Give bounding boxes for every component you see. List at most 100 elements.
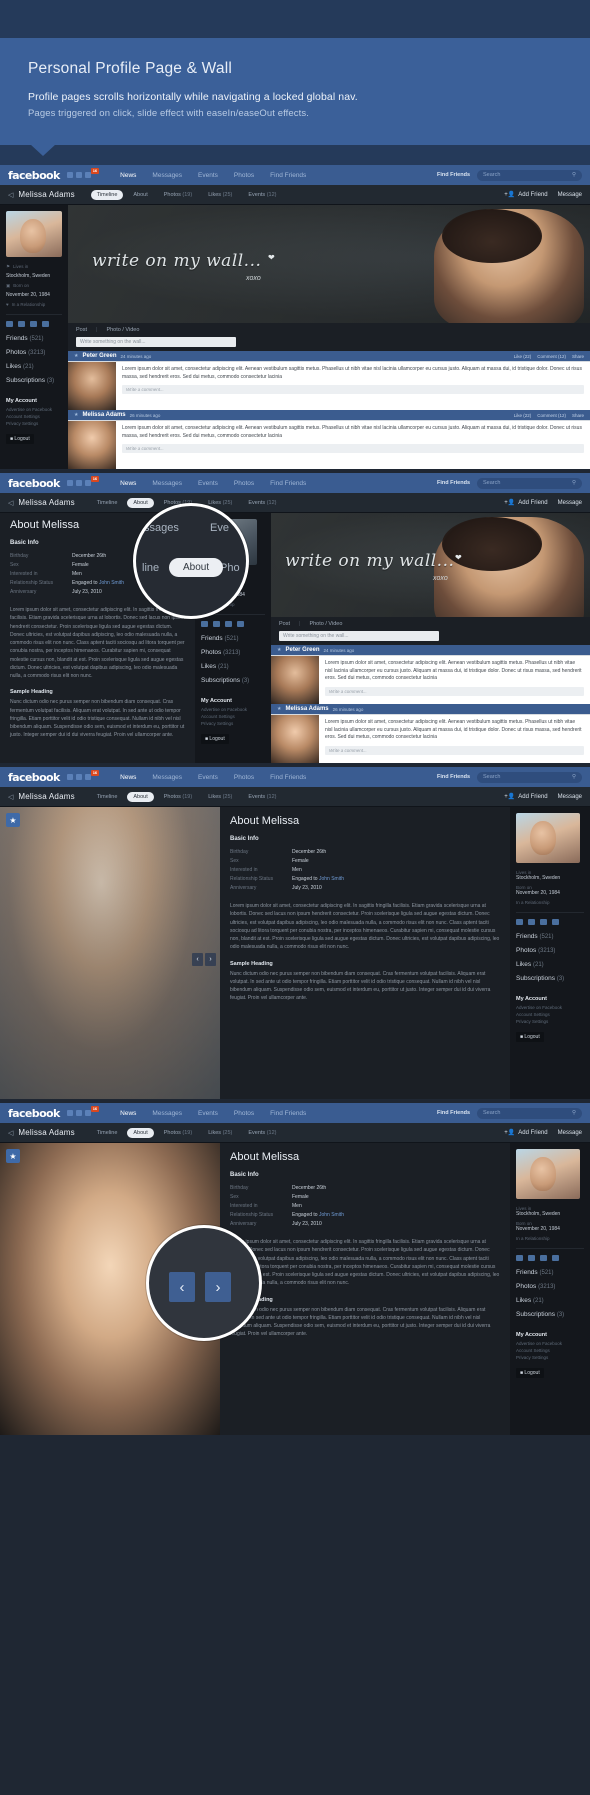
chat-icon[interactable] xyxy=(540,1255,547,1261)
globe-icon[interactable] xyxy=(237,621,244,627)
logout-button[interactable]: ■ Logout xyxy=(201,734,229,745)
messages-icon[interactable] xyxy=(75,774,82,780)
tab-photos[interactable]: Photos (19) xyxy=(158,1128,198,1138)
messages-icon[interactable] xyxy=(75,172,82,178)
nav-item-find-friends[interactable]: Find Friends xyxy=(270,1110,306,1117)
nav-item-news[interactable]: News xyxy=(120,774,136,781)
stat-photos[interactable]: Photos (3213) xyxy=(6,349,62,356)
photo-prev-button[interactable]: ‹ xyxy=(192,953,203,966)
nav-item-events[interactable]: Events xyxy=(198,774,218,781)
post-comment-input[interactable]: Write a comment... xyxy=(122,385,584,394)
nav-item-find-friends[interactable]: Find Friends xyxy=(270,774,306,781)
tab-timeline[interactable]: Timeline xyxy=(91,792,124,802)
post-author[interactable]: Peter Green xyxy=(285,647,319,653)
post-like[interactable]: Like (22) xyxy=(514,354,532,359)
comment-icon[interactable] xyxy=(6,321,13,327)
find-friends-button[interactable]: Find Friends xyxy=(437,1110,470,1116)
nav-item-photos[interactable]: Photos xyxy=(234,480,254,487)
back-arrow-icon[interactable]: ◁ xyxy=(8,1129,13,1137)
post-comment[interactable]: Comment (12) xyxy=(537,354,566,359)
composer-tab-photo-video[interactable]: Photo / Video xyxy=(106,327,139,333)
account-link-advertise[interactable]: Advertise on Facebook xyxy=(6,407,62,414)
stat-friends[interactable]: Friends (521) xyxy=(516,1269,584,1276)
account-link-privacy[interactable]: Privacy Settings xyxy=(516,1355,584,1362)
nav-item-photos[interactable]: Photos xyxy=(234,774,254,781)
friend-requests-icon[interactable] xyxy=(66,1110,73,1116)
search-input[interactable]: Search ⚲ xyxy=(477,169,582,181)
stat-photos[interactable]: Photos (3213) xyxy=(516,947,584,954)
tab-events[interactable]: Events (12) xyxy=(242,792,282,802)
tab-about[interactable]: About xyxy=(127,791,154,802)
nav-notification-icons[interactable]: 16 xyxy=(66,476,102,486)
search-icon[interactable]: ⚲ xyxy=(572,1110,576,1116)
facebook-logo[interactable]: facebook xyxy=(8,169,60,182)
account-link-settings[interactable]: Account Settings xyxy=(516,1012,584,1019)
back-arrow-icon[interactable]: ◁ xyxy=(8,793,13,801)
cover-photo[interactable]: write on my wall... ❤ xoxo xyxy=(68,205,590,323)
back-arrow-icon[interactable]: ◁ xyxy=(8,191,13,199)
tab-likes[interactable]: Likes (25) xyxy=(202,190,238,200)
globe-icon[interactable] xyxy=(552,1255,559,1261)
account-link-privacy[interactable]: Privacy Settings xyxy=(516,1019,584,1026)
stat-friends[interactable]: Friends (521) xyxy=(201,635,265,642)
star-icon[interactable]: ★ xyxy=(6,1149,20,1163)
spouse-link[interactable]: John Smith xyxy=(319,876,344,882)
message-button[interactable]: Message xyxy=(558,1130,582,1136)
composer-tab-post[interactable]: Post xyxy=(279,621,290,627)
stat-friends[interactable]: Friends (521) xyxy=(516,933,584,940)
message-button[interactable]: Message xyxy=(558,500,582,506)
nav-notification-icons[interactable]: 16 xyxy=(66,770,102,780)
tab-timeline[interactable]: Timeline xyxy=(90,189,124,200)
chat-icon[interactable] xyxy=(225,621,232,627)
notifications-icon[interactable] xyxy=(84,774,91,780)
photo-next-button[interactable]: › xyxy=(205,953,216,966)
photo-viewer[interactable]: ★ ‹ › xyxy=(0,807,220,1099)
callout-next-button[interactable]: › xyxy=(205,1272,231,1302)
account-link-privacy[interactable]: Privacy Settings xyxy=(6,421,62,428)
chat-icon[interactable] xyxy=(30,321,37,327)
composer-tab-photo-video[interactable]: Photo / Video xyxy=(309,621,342,627)
post-author[interactable]: Melissa Adams xyxy=(285,706,328,712)
facebook-logo[interactable]: facebook xyxy=(8,1107,60,1120)
stat-likes[interactable]: Likes (21) xyxy=(6,363,62,370)
nav-item-news[interactable]: News xyxy=(120,480,136,487)
stat-friends[interactable]: Friends (521) xyxy=(6,335,62,342)
messages-icon[interactable] xyxy=(75,480,82,486)
tab-about[interactable]: About xyxy=(127,190,153,200)
tab-timeline[interactable]: Timeline xyxy=(91,498,124,508)
logout-button[interactable]: ■ Logout xyxy=(6,434,34,445)
search-icon[interactable]: ⚲ xyxy=(572,172,576,178)
search-icon[interactable]: ⚲ xyxy=(572,480,576,486)
stat-likes[interactable]: Likes (21) xyxy=(516,1297,584,1304)
nav-notification-icons[interactable]: 16 xyxy=(66,168,102,178)
globe-icon[interactable] xyxy=(42,321,49,327)
logout-button[interactable]: ■ Logout xyxy=(516,1032,544,1043)
nav-item-messages[interactable]: Messages xyxy=(152,480,182,487)
nav-item-events[interactable]: Events xyxy=(198,172,218,179)
account-link-advertise[interactable]: Advertise on Facebook xyxy=(516,1341,584,1348)
stat-subscriptions[interactable]: Subscriptions (3) xyxy=(201,677,265,684)
comment-icon[interactable] xyxy=(201,621,208,627)
post-author[interactable]: Melissa Adams xyxy=(82,412,125,418)
find-friends-button[interactable]: Find Friends xyxy=(437,774,470,780)
logout-button[interactable]: ■ Logout xyxy=(516,1368,544,1379)
post-thumbnail[interactable] xyxy=(68,421,116,469)
tab-photos[interactable]: Photos (19) xyxy=(158,792,198,802)
callout-about-button[interactable]: About xyxy=(169,558,224,577)
nav-item-news[interactable]: News xyxy=(120,172,136,179)
stat-likes[interactable]: Likes (21) xyxy=(516,961,584,968)
tab-likes[interactable]: Likes (25) xyxy=(202,1128,238,1138)
spouse-link[interactable]: John Smith xyxy=(319,1212,344,1218)
post-comment[interactable]: Comment (12) xyxy=(537,413,566,418)
cover-photo[interactable]: write on my wall... ❤ xoxo xyxy=(271,513,590,617)
facebook-logo[interactable]: facebook xyxy=(8,477,60,490)
search-input[interactable]: Search ⚲ xyxy=(477,771,582,783)
star-icon[interactable]: ★ xyxy=(6,813,20,827)
friend-requests-icon[interactable] xyxy=(66,774,73,780)
search-input[interactable]: Search ⚲ xyxy=(477,1107,582,1119)
comment-icon[interactable] xyxy=(516,1255,523,1261)
nav-notification-icons[interactable]: 16 xyxy=(66,1106,102,1116)
account-link-settings[interactable]: Account Settings xyxy=(201,714,265,721)
avatar[interactable] xyxy=(6,211,62,257)
nav-item-events[interactable]: Events xyxy=(198,1110,218,1117)
